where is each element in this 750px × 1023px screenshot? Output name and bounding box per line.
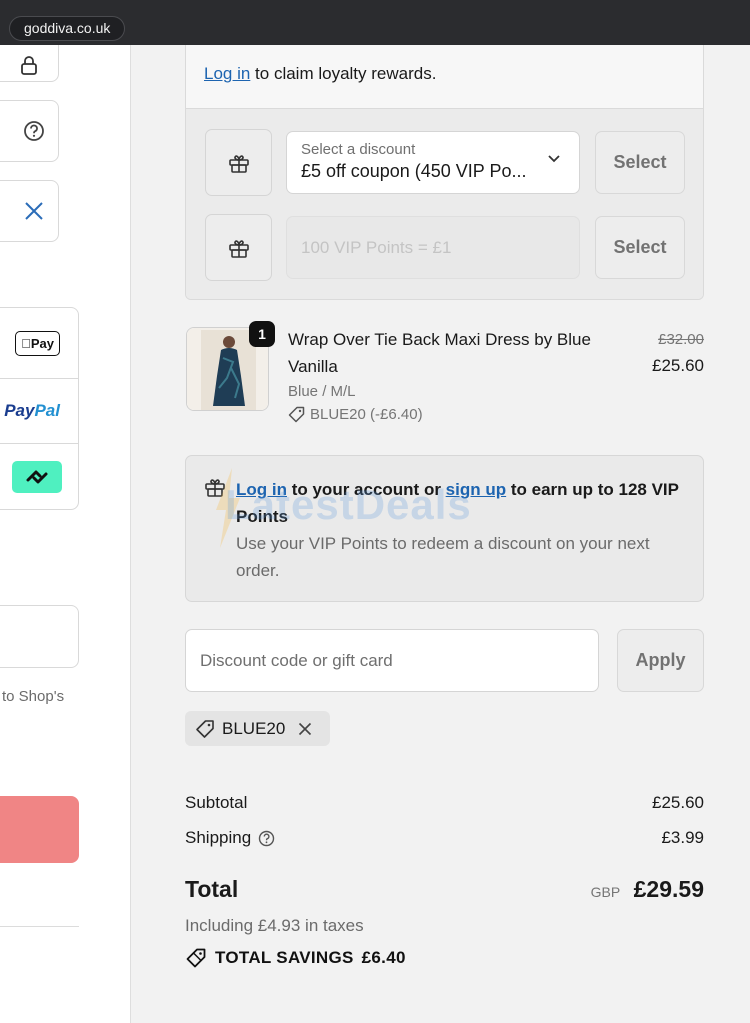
remove-discount-icon[interactable] [298, 722, 312, 736]
total-label: Total [185, 876, 239, 902]
lock-button[interactable] [0, 45, 59, 82]
gift-icon [228, 154, 249, 173]
taxes-text: Including £4.93 in taxes [185, 916, 364, 935]
points-input[interactable]: 100 VIP Points = £1 [286, 216, 580, 279]
help-button[interactable] [0, 100, 59, 162]
subtotal-row: Subtotal £25.60 [185, 793, 704, 813]
subtotal-value: £25.60 [652, 793, 704, 812]
gift-icon [228, 239, 249, 258]
total-value: £29.59 [633, 876, 704, 902]
vip-points-box: Log in to your account or sign up to ear… [185, 455, 704, 602]
gift-button[interactable] [205, 129, 272, 196]
tag-icon [196, 719, 214, 738]
vip-subtext: Use your VIP Points to redeem a discount… [236, 534, 650, 580]
discount-select-label: Select a discount [301, 141, 416, 158]
vip-signup-link[interactable]: sign up [446, 480, 506, 499]
currency-code: GBP [590, 884, 621, 900]
quantity-badge: 1 [249, 321, 275, 347]
help-icon[interactable] [258, 830, 275, 847]
email-field[interactable] [0, 605, 79, 668]
chevron-down-icon [548, 155, 560, 163]
paypal-logo: PayPal [4, 401, 60, 420]
close-button[interactable] [0, 180, 59, 242]
discount-select-value: £5 off coupon (450 VIP Po... [301, 161, 527, 181]
total-savings: TOTAL SAVINGS £6.40 [185, 947, 406, 969]
applied-code: BLUE20 [222, 718, 286, 738]
subtotal-label: Subtotal [185, 793, 248, 812]
pay-now-button[interactable] [0, 796, 79, 863]
paypal-button[interactable]: PayPal [0, 378, 79, 444]
discount-code-input[interactable]: Discount code or gift card [185, 629, 599, 692]
tag-icon [186, 948, 206, 968]
shipping-label: Shipping [185, 828, 252, 847]
affirm-logo [12, 460, 62, 493]
browser-toolbar: goddiva.co.uk [0, 0, 750, 45]
original-price: £32.00 [658, 331, 704, 348]
loyalty-login-link[interactable]: Log in [204, 64, 250, 83]
apple-pay-button[interactable]: Pay [0, 307, 79, 379]
close-icon [24, 202, 43, 220]
shipping-value: £3.99 [661, 828, 704, 847]
product-discount: BLUE20 (-£6.40) [288, 406, 423, 423]
gift-icon [205, 479, 225, 497]
divider [0, 926, 79, 927]
product-variant: Blue / M/L [288, 383, 356, 400]
savings-value: £6.40 [361, 948, 406, 967]
savings-label: TOTAL SAVINGS [215, 948, 354, 967]
tag-icon [288, 406, 305, 423]
affirm-button[interactable] [0, 443, 79, 510]
applied-discount-chip: BLUE20 [185, 711, 330, 746]
apply-button[interactable]: Apply [617, 629, 704, 692]
product-name: Wrap Over Tie Back Maxi Dress by Blue Va… [288, 330, 591, 376]
gift-button-2[interactable] [205, 214, 272, 281]
lock-icon [20, 55, 37, 75]
vip-login-link[interactable]: Log in [236, 480, 287, 499]
loyalty-panel: Log in to claim loyalty rewards. Select … [185, 45, 704, 300]
apple-pay-logo: Pay [15, 330, 60, 356]
address-bar[interactable]: goddiva.co.uk [9, 16, 126, 41]
left-panel: Pay PayPal to Shop's [0, 45, 131, 1023]
product-price: £25.60 [652, 356, 704, 375]
shipping-row: Shipping £3.99 [185, 828, 704, 848]
select-discount-button[interactable]: Select [595, 131, 685, 194]
discount-select[interactable]: Select a discount £5 off coupon (450 VIP… [286, 131, 580, 194]
help-icon [23, 121, 44, 141]
loyalty-login-text: Log in to claim loyalty rewards. [186, 45, 703, 109]
select-points-button[interactable]: Select [595, 216, 685, 279]
shop-terms-text: to Shop's [2, 688, 65, 705]
total-row: Total GBP £29.59 [185, 876, 704, 903]
vip-heading: Log in to your account or sign up to ear… [236, 480, 679, 526]
